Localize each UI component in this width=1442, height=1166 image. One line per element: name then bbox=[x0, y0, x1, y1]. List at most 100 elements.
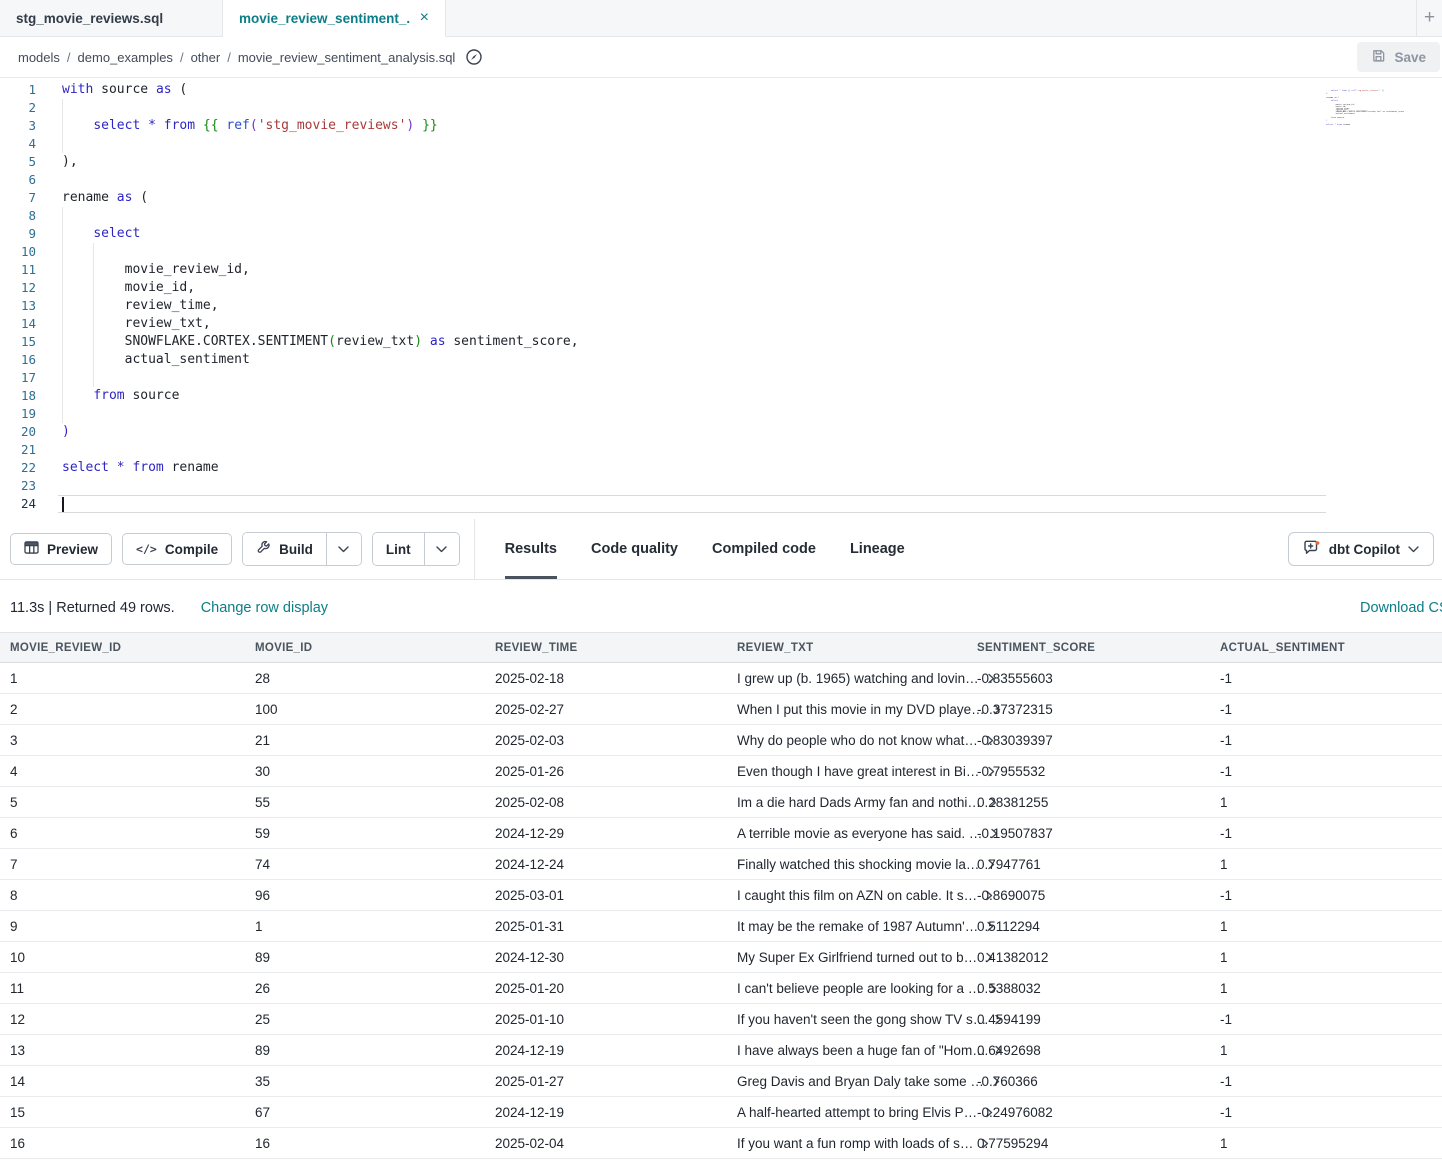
cell-movie-id: 28 bbox=[245, 671, 485, 686]
code-line[interactable]: 22select * from rename bbox=[0, 459, 1442, 477]
lint-button[interactable]: Lint bbox=[373, 533, 425, 565]
sql-code-editor[interactable]: 1with source as (23 select * from {{ ref… bbox=[0, 78, 1442, 519]
cell-sentiment-score: -0.83555603 bbox=[967, 671, 1210, 686]
code-line[interactable]: 21 bbox=[0, 441, 1442, 459]
line-number: 9 bbox=[0, 225, 36, 243]
minimap-token: select bbox=[1331, 90, 1338, 92]
code-text: movie_review_id, bbox=[36, 261, 250, 279]
cell-sentiment-score: -0.24976082 bbox=[967, 1105, 1210, 1120]
table-row: 912025-01-31It may be the remake of 1987… bbox=[0, 911, 1442, 942]
file-tab-label: stg_movie_reviews.sql bbox=[16, 11, 163, 26]
code-line[interactable]: 2 bbox=[0, 99, 1442, 117]
code-token bbox=[195, 118, 203, 133]
code-line[interactable]: 12 movie_id, bbox=[0, 279, 1442, 297]
code-line[interactable]: 14 review_txt, bbox=[0, 315, 1442, 333]
chevron-down-icon bbox=[338, 546, 349, 553]
editor-minimap[interactable]: with source as ( select * from {{ ref('s… bbox=[1326, 87, 1404, 130]
code-text: with source as ( bbox=[36, 81, 187, 99]
code-token: }} bbox=[422, 118, 438, 133]
review-text-truncated: Why do people who do not know what… bbox=[737, 733, 978, 748]
breadcrumb-bar: models/demo_examples/other/movie_review_… bbox=[0, 37, 1442, 78]
code-line[interactable]: 18 from source bbox=[0, 387, 1442, 405]
code-line[interactable]: 15 SNOWFLAKE.CORTEX.SENTIMENT(review_txt… bbox=[0, 333, 1442, 351]
code-token: select bbox=[93, 226, 140, 241]
code-line[interactable]: 19 bbox=[0, 405, 1442, 423]
build-dropdown-button[interactable] bbox=[327, 533, 361, 565]
code-line[interactable]: 10 bbox=[0, 243, 1442, 261]
code-line[interactable]: 23 bbox=[0, 477, 1442, 495]
line-number: 7 bbox=[0, 189, 36, 207]
code-line[interactable]: 5), bbox=[0, 153, 1442, 171]
code-line[interactable]: 13 review_time, bbox=[0, 297, 1442, 315]
line-number: 4 bbox=[0, 135, 36, 153]
build-button[interactable]: Build bbox=[243, 533, 327, 565]
compile-button[interactable]: </> Compile bbox=[122, 533, 232, 565]
minimap-token: }} bbox=[1382, 90, 1384, 92]
code-line[interactable]: 24 bbox=[0, 495, 1442, 513]
cell-movie-review-id: 10 bbox=[0, 950, 245, 965]
cell-review-time: 2024-12-24 bbox=[485, 857, 727, 872]
cell-review-time: 2024-12-29 bbox=[485, 826, 727, 841]
code-line[interactable]: 16 actual_sentiment bbox=[0, 351, 1442, 369]
cell-sentiment-score: -0.760366 bbox=[967, 1074, 1210, 1089]
file-tab-0[interactable]: stg_movie_reviews.sql bbox=[0, 0, 223, 36]
new-tab-button[interactable]: + bbox=[1416, 0, 1442, 36]
line-number: 22 bbox=[0, 459, 36, 477]
code-line[interactable]: 3 select * from {{ ref('stg_movie_review… bbox=[0, 117, 1442, 135]
review-text-truncated: When I put this movie in my DVD playe… bbox=[737, 702, 985, 717]
compass-icon[interactable] bbox=[465, 48, 483, 66]
code-line[interactable]: 1with source as ( bbox=[0, 81, 1442, 99]
cell-movie-review-id: 9 bbox=[0, 919, 245, 934]
tab-results[interactable]: Results bbox=[505, 519, 557, 579]
code-text: from source bbox=[36, 387, 179, 405]
code-line[interactable]: 6 bbox=[0, 171, 1442, 189]
cell-movie-id: 89 bbox=[245, 1043, 485, 1058]
code-lines: 1with source as (23 select * from {{ ref… bbox=[0, 81, 1442, 513]
cell-review-time: 2025-02-04 bbox=[485, 1136, 727, 1151]
cell-actual-sentiment: -1 bbox=[1210, 671, 1442, 686]
review-text-truncated: Im a die hard Dads Army fan and nothi… bbox=[737, 795, 981, 810]
line-number: 18 bbox=[0, 387, 36, 405]
results-table: MOVIE_REVIEW_IDMOVIE_IDREVIEW_TIMEREVIEW… bbox=[0, 632, 1442, 1166]
table-row: 10892024-12-30My Super Ex Girlfriend tur… bbox=[0, 942, 1442, 973]
tab-lineage[interactable]: Lineage bbox=[850, 519, 905, 579]
code-token: movie_id, bbox=[62, 280, 195, 295]
code-text: actual_sentiment bbox=[36, 351, 250, 369]
file-tab-label: movie_review_sentiment_... bbox=[239, 11, 410, 26]
code-text bbox=[36, 243, 62, 261]
cell-review-time: 2025-03-01 bbox=[485, 888, 727, 903]
tab-code-quality[interactable]: Code quality bbox=[591, 519, 678, 579]
code-line[interactable]: 8 bbox=[0, 207, 1442, 225]
table-row: 16162025-02-04If you want a fun romp wit… bbox=[0, 1128, 1442, 1159]
file-tab-1[interactable]: movie_review_sentiment_... × bbox=[223, 0, 446, 37]
code-line[interactable]: 11 movie_review_id, bbox=[0, 261, 1442, 279]
tab-compiled-code[interactable]: Compiled code bbox=[712, 519, 816, 579]
code-line[interactable]: 9 select bbox=[0, 225, 1442, 243]
code-line[interactable]: 7rename as ( bbox=[0, 189, 1442, 207]
line-number: 3 bbox=[0, 117, 36, 135]
save-button[interactable]: Save bbox=[1357, 42, 1440, 72]
dbt-copilot-button[interactable]: dbt Copilot bbox=[1288, 532, 1434, 566]
cell-movie-id: 16 bbox=[245, 1136, 485, 1151]
cell-review-txt: Im a die hard Dads Army fan and nothi… bbox=[727, 795, 967, 810]
cell-review-txt: When I put this movie in my DVD playe… bbox=[727, 702, 967, 717]
open-file-tabs: stg_movie_reviews.sql movie_review_sentim… bbox=[0, 0, 446, 36]
code-line[interactable]: 20) bbox=[0, 423, 1442, 441]
table-row: 15672024-12-19A half-hearted attempt to … bbox=[0, 1097, 1442, 1128]
lint-dropdown-button[interactable] bbox=[425, 533, 459, 565]
tab-bar: stg_movie_reviews.sql movie_review_sentim… bbox=[0, 0, 1442, 37]
preview-button[interactable]: Preview bbox=[10, 533, 112, 565]
review-text-truncated: I have always been a huge fan of "Hom… bbox=[737, 1043, 986, 1058]
code-line[interactable]: 4 bbox=[0, 135, 1442, 153]
change-row-display-link[interactable]: Change row display bbox=[201, 600, 328, 616]
close-icon[interactable]: × bbox=[420, 9, 429, 27]
cell-movie-review-id: 3 bbox=[0, 733, 245, 748]
code-token: source bbox=[93, 82, 156, 97]
cell-review-txt: A terrible movie as everyone has said. … bbox=[727, 826, 967, 841]
code-token: 'stg_movie_reviews' bbox=[258, 118, 407, 133]
cell-movie-review-id: 13 bbox=[0, 1043, 245, 1058]
download-csv-link[interactable]: Download CSV bbox=[1360, 600, 1442, 616]
column-header-review_txt: REVIEW_TXT bbox=[727, 642, 967, 654]
code-token bbox=[422, 334, 430, 349]
code-line[interactable]: 17 bbox=[0, 369, 1442, 387]
